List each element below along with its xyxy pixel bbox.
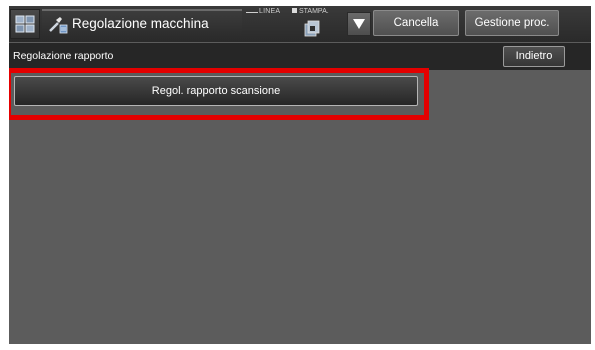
job-status-icon — [304, 20, 320, 37]
mode-title-box: Regolazione macchina — [42, 9, 242, 37]
print-status-indicator — [292, 8, 297, 13]
line-status: LINEA — [246, 8, 280, 15]
mode-title: Regolazione macchina — [72, 16, 209, 31]
machine-adjust-icon — [49, 17, 68, 34]
cancel-button[interactable]: Cancella — [373, 10, 459, 36]
print-status-label: STAMPA. — [299, 8, 329, 15]
top-bar: Regolazione macchina LINEA STAMPA. Cance… — [9, 6, 591, 42]
home-icon — [15, 15, 35, 33]
line-status-underline — [246, 12, 258, 13]
device-screen: Regolazione macchina LINEA STAMPA. Cance… — [9, 6, 591, 344]
triangle-down-icon — [353, 19, 365, 29]
status-dropdown-button[interactable] — [347, 12, 371, 36]
sub-header: Regolazione rapporto Indietro — [9, 43, 591, 70]
line-status-label: LINEA — [259, 8, 281, 15]
page-title: Regolazione rapporto — [13, 50, 114, 62]
home-button[interactable] — [10, 9, 40, 39]
back-button[interactable]: Indietro — [503, 46, 565, 67]
job-manager-button[interactable]: Gestione proc. — [465, 10, 559, 36]
print-status: STAMPA. — [292, 8, 329, 15]
scan-ratio-button[interactable]: Regol. rapporto scansione — [14, 76, 418, 106]
